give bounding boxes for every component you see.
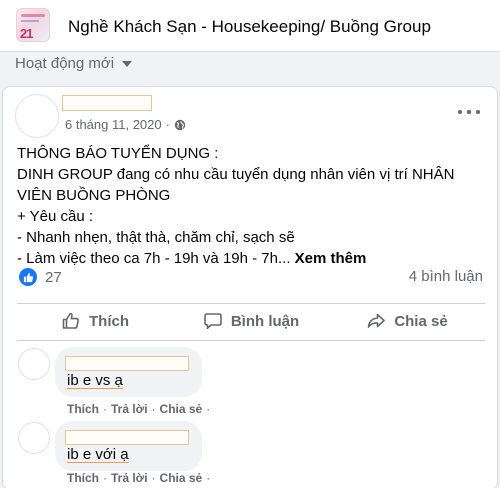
post-line: DINH GROUP đang có nhu cầu tuyển dụng nh… xyxy=(17,166,455,183)
see-more-link[interactable]: Xem thêm xyxy=(295,250,367,267)
comment-like-link[interactable]: Thích xyxy=(67,402,99,416)
more-options-icon[interactable] xyxy=(458,105,480,119)
post-line: VIÊN BUỒNG PHÒNG xyxy=(17,187,171,204)
like-reaction-icon xyxy=(19,268,37,286)
comment-button[interactable]: Bình luận xyxy=(173,304,329,338)
share-icon xyxy=(368,313,386,328)
globe-icon xyxy=(174,119,186,130)
post-action-row: Thích Bình luận Chia sẻ xyxy=(17,304,485,338)
divider xyxy=(17,340,485,341)
post-line: THÔNG BÁO TUYỂN DỤNG : xyxy=(17,145,219,162)
like-count: 27 xyxy=(45,268,62,286)
post-meta: 6 tháng 11, 2020 · xyxy=(65,117,186,132)
comment-text: ib e với ạ xyxy=(67,446,129,463)
post-text: THÔNG BÁO TUYỂN DỤNG : DINH GROUP đang c… xyxy=(17,143,489,269)
share-label: Chia sẻ xyxy=(394,312,448,330)
comment-icon xyxy=(204,313,222,329)
post-line-last: - Làm việc theo ca 7h - 19h và 19h - 7h.… xyxy=(17,248,489,269)
comment-actions: Thích · Trả lời · Chia sẻ · xyxy=(67,402,211,416)
comment-label: Bình luận xyxy=(230,312,300,330)
comment-like-link[interactable]: Thích xyxy=(67,471,99,485)
share-button[interactable]: Chia sẻ xyxy=(329,304,485,338)
comment-text: ib e vs ạ xyxy=(67,372,123,389)
sort-dropdown[interactable]: Hoạt động mới xyxy=(15,53,133,73)
caret-down-icon xyxy=(122,61,133,67)
comment-reply-link[interactable]: Trả lời xyxy=(111,471,148,485)
like-button[interactable]: Thích xyxy=(17,304,173,338)
post-card: 6 tháng 11, 2020 · THÔNG BÁO TUYỂN DỤNG … xyxy=(2,86,498,488)
post-line: - Làm việc theo ca 7h - 19h và 19h - 7h.… xyxy=(17,250,291,267)
commenter-avatar[interactable] xyxy=(18,422,50,454)
post-line: - Nhanh nhẹn, thật thà, chăm chỉ, sạch s… xyxy=(17,229,295,246)
comment-share-link[interactable]: Chia sẻ xyxy=(160,471,203,485)
comment-count[interactable]: 4 bình luận xyxy=(409,268,483,285)
commenter-name-placeholder[interactable] xyxy=(65,430,189,445)
commenter-avatar[interactable] xyxy=(18,348,50,380)
sort-label: Hoạt động mới xyxy=(15,54,115,72)
author-avatar[interactable] xyxy=(15,94,59,138)
group-header: 21 Nghề Khách Sạn - Housekeeping/ Buồng … xyxy=(0,0,500,52)
meta-separator: · xyxy=(165,117,170,132)
post-date[interactable]: 6 tháng 11, 2020 xyxy=(65,117,162,132)
thumbs-up-icon xyxy=(62,312,79,329)
reaction-summary[interactable]: 27 xyxy=(19,268,62,286)
author-name-placeholder[interactable] xyxy=(62,95,152,111)
comment-reply-link[interactable]: Trả lời xyxy=(111,402,148,416)
group-name[interactable]: Nghề Khách Sạn - Housekeeping/ Buồng Gro… xyxy=(68,17,431,37)
group-cover-thumbnail[interactable]: 21 xyxy=(16,8,50,42)
comment-share-link[interactable]: Chia sẻ xyxy=(160,402,203,416)
commenter-name-placeholder[interactable] xyxy=(65,356,189,371)
comment-actions: Thích · Trả lời · Chia sẻ · xyxy=(67,471,211,485)
like-label: Thích xyxy=(89,312,129,330)
post-line: + Yêu cầu : xyxy=(17,208,94,225)
